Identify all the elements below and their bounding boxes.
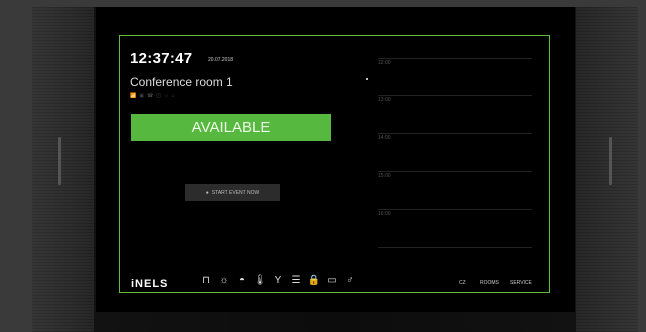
room-panel-frame bbox=[119, 35, 550, 293]
timeline-hour-label: 15:00 bbox=[378, 173, 391, 179]
lock-icon[interactable]: 🔒 bbox=[307, 274, 321, 288]
service-link[interactable]: SERVICE bbox=[510, 280, 532, 286]
current-time: 12:37:47 bbox=[130, 50, 193, 67]
timeline-slot[interactable] bbox=[378, 95, 532, 96]
projector-icon[interactable]: ▭ bbox=[325, 274, 339, 288]
phone-icon: ☎ bbox=[146, 93, 154, 99]
wifi-icon: 📶 bbox=[130, 93, 137, 99]
screen-icon: ▣ bbox=[139, 93, 144, 99]
table-icon[interactable]: ⊓ bbox=[199, 274, 213, 288]
timeline-slot[interactable] bbox=[378, 171, 532, 172]
timeline-hour-label: 16:00 bbox=[378, 211, 391, 217]
timeline-hour-label: 12:00 bbox=[378, 60, 391, 66]
air-icon[interactable]: ♂ bbox=[343, 274, 357, 288]
building-icon: ⌂ bbox=[171, 93, 175, 99]
ceiling-light-icon[interactable]: ◓ bbox=[235, 274, 249, 288]
left-slot bbox=[58, 137, 61, 185]
room-equipment-list: 📶 ▣ ☎ ◫ ☼ ⌂ bbox=[130, 93, 175, 99]
cocktail-icon[interactable]: Y bbox=[271, 274, 285, 288]
record-icon: ● bbox=[205, 189, 209, 196]
current-time-marker bbox=[366, 78, 368, 80]
blinds-icon[interactable]: ☰ bbox=[289, 274, 303, 288]
room-name: Conference room 1 bbox=[130, 75, 233, 89]
light-bulb-icon[interactable]: ☼ bbox=[217, 274, 231, 288]
thermometer-icon[interactable]: 🌡 bbox=[253, 274, 267, 288]
timeline-slot[interactable] bbox=[378, 133, 532, 134]
right-slot bbox=[609, 137, 612, 185]
rooms-link[interactable]: ROOMS bbox=[480, 280, 499, 286]
timeline-slot[interactable] bbox=[378, 209, 532, 210]
timeline-slot[interactable] bbox=[378, 247, 532, 248]
start-event-button[interactable]: ● START EVENT NOW bbox=[185, 184, 280, 201]
light-icon: ☼ bbox=[163, 93, 169, 99]
timeline-hour-label: 13:00 bbox=[378, 97, 391, 103]
timeline-slot[interactable] bbox=[378, 58, 532, 59]
control-toolbar: ⊓ ☼ ◓ 🌡 Y ☰ 🔒 ▭ ♂ bbox=[199, 274, 357, 288]
timeline-hour-label: 14:00 bbox=[378, 135, 391, 141]
language-cz-link[interactable]: CZ bbox=[459, 280, 466, 286]
left-speaker-grille bbox=[32, 7, 94, 332]
right-speaker-grille bbox=[576, 7, 638, 332]
inels-logo: iNELS bbox=[131, 278, 169, 290]
start-event-label: START EVENT NOW bbox=[211, 189, 260, 196]
availability-status: AVAILABLE bbox=[131, 114, 331, 141]
current-date: 20.07.2018 bbox=[208, 57, 234, 63]
projector-icon: ◫ bbox=[156, 93, 161, 99]
